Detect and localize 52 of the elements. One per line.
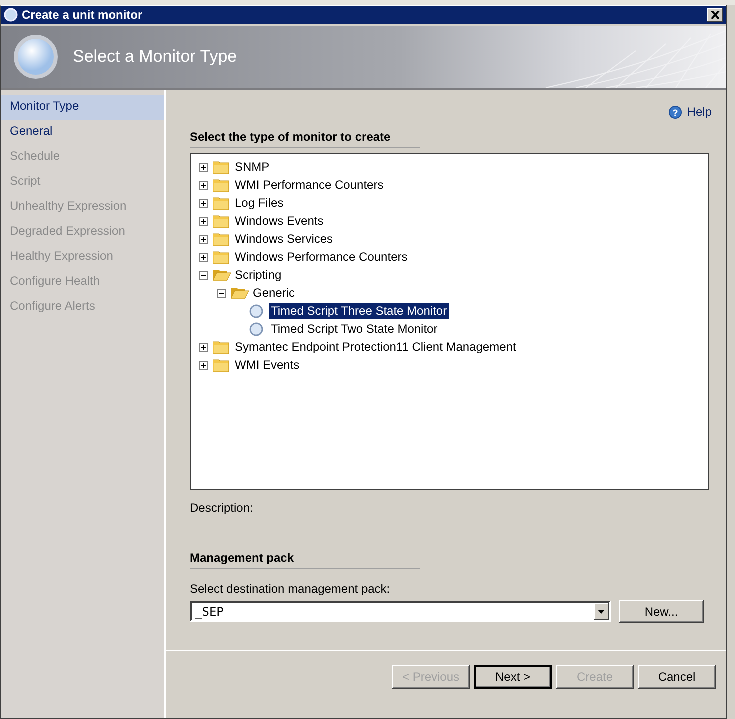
tree-item[interactable]: Windows Services bbox=[233, 231, 336, 247]
expand-icon[interactable] bbox=[199, 162, 208, 172]
sidebar-item[interactable]: Monitor Type bbox=[1, 95, 164, 120]
folder-icon bbox=[213, 196, 229, 210]
tree-item[interactable]: WMI Performance Counters bbox=[233, 177, 386, 193]
folder-icon bbox=[213, 232, 229, 246]
folder-icon bbox=[213, 268, 231, 282]
circle-icon bbox=[249, 322, 264, 336]
help-icon[interactable]: ? bbox=[669, 106, 682, 118]
circle-icon bbox=[13, 34, 59, 80]
tree-item[interactable]: Generic bbox=[251, 285, 298, 301]
expand-icon[interactable] bbox=[199, 360, 208, 370]
tree-item[interactable]: Timed Script Two State Monitor bbox=[269, 321, 440, 337]
management-pack-dropdown[interactable]: _SEP bbox=[190, 601, 611, 622]
folder-icon bbox=[213, 250, 229, 264]
collapse-icon[interactable] bbox=[217, 288, 226, 298]
expand-icon[interactable] bbox=[199, 198, 208, 208]
tree-item[interactable]: WMI Events bbox=[233, 357, 302, 373]
folder-icon bbox=[213, 178, 229, 192]
section-heading: Select the type of monitor to create bbox=[190, 130, 420, 148]
wizard-button[interactable]: Cancel bbox=[638, 665, 716, 689]
tree-item[interactable]: Log Files bbox=[233, 195, 286, 211]
folder-icon bbox=[213, 160, 229, 174]
field-label: Select destination management pack: bbox=[190, 582, 392, 596]
folder-icon bbox=[231, 286, 249, 300]
circle-icon bbox=[249, 304, 264, 318]
expand-icon[interactable] bbox=[199, 216, 208, 226]
collapse-icon[interactable] bbox=[199, 270, 208, 280]
tree-item[interactable]: Symantec Endpoint Protection11 Client Management bbox=[233, 339, 518, 355]
help-link[interactable]: ? Help bbox=[669, 105, 712, 119]
tree-item[interactable]: Scripting bbox=[233, 267, 284, 283]
sidebar-item[interactable]: General bbox=[1, 120, 164, 145]
new-button[interactable]: New... bbox=[619, 600, 704, 623]
circle-icon bbox=[4, 8, 18, 22]
folder-icon bbox=[213, 340, 229, 354]
close-button[interactable] bbox=[707, 8, 723, 22]
description-label: Description: bbox=[190, 501, 254, 517]
expand-icon[interactable] bbox=[199, 252, 208, 262]
tree-item[interactable]: Windows Performance Counters bbox=[233, 249, 410, 265]
tree-item[interactable]: SNMP bbox=[233, 159, 272, 175]
close-icon[interactable] bbox=[710, 11, 720, 19]
wizard-button[interactable]: Next > bbox=[474, 665, 552, 689]
folder-icon bbox=[213, 214, 229, 228]
page-title: Select a Monitor Type bbox=[73, 47, 238, 67]
tree-item[interactable]: Timed Script Three State Monitor bbox=[269, 303, 450, 319]
tree-item[interactable]: Windows Events bbox=[233, 213, 326, 229]
expand-icon[interactable] bbox=[199, 342, 208, 352]
window-title: Create a unit monitor bbox=[22, 8, 144, 22]
expand-icon[interactable] bbox=[199, 180, 208, 190]
section-heading: Management pack bbox=[190, 551, 420, 569]
expand-icon[interactable] bbox=[199, 234, 208, 244]
folder-icon bbox=[213, 358, 229, 372]
